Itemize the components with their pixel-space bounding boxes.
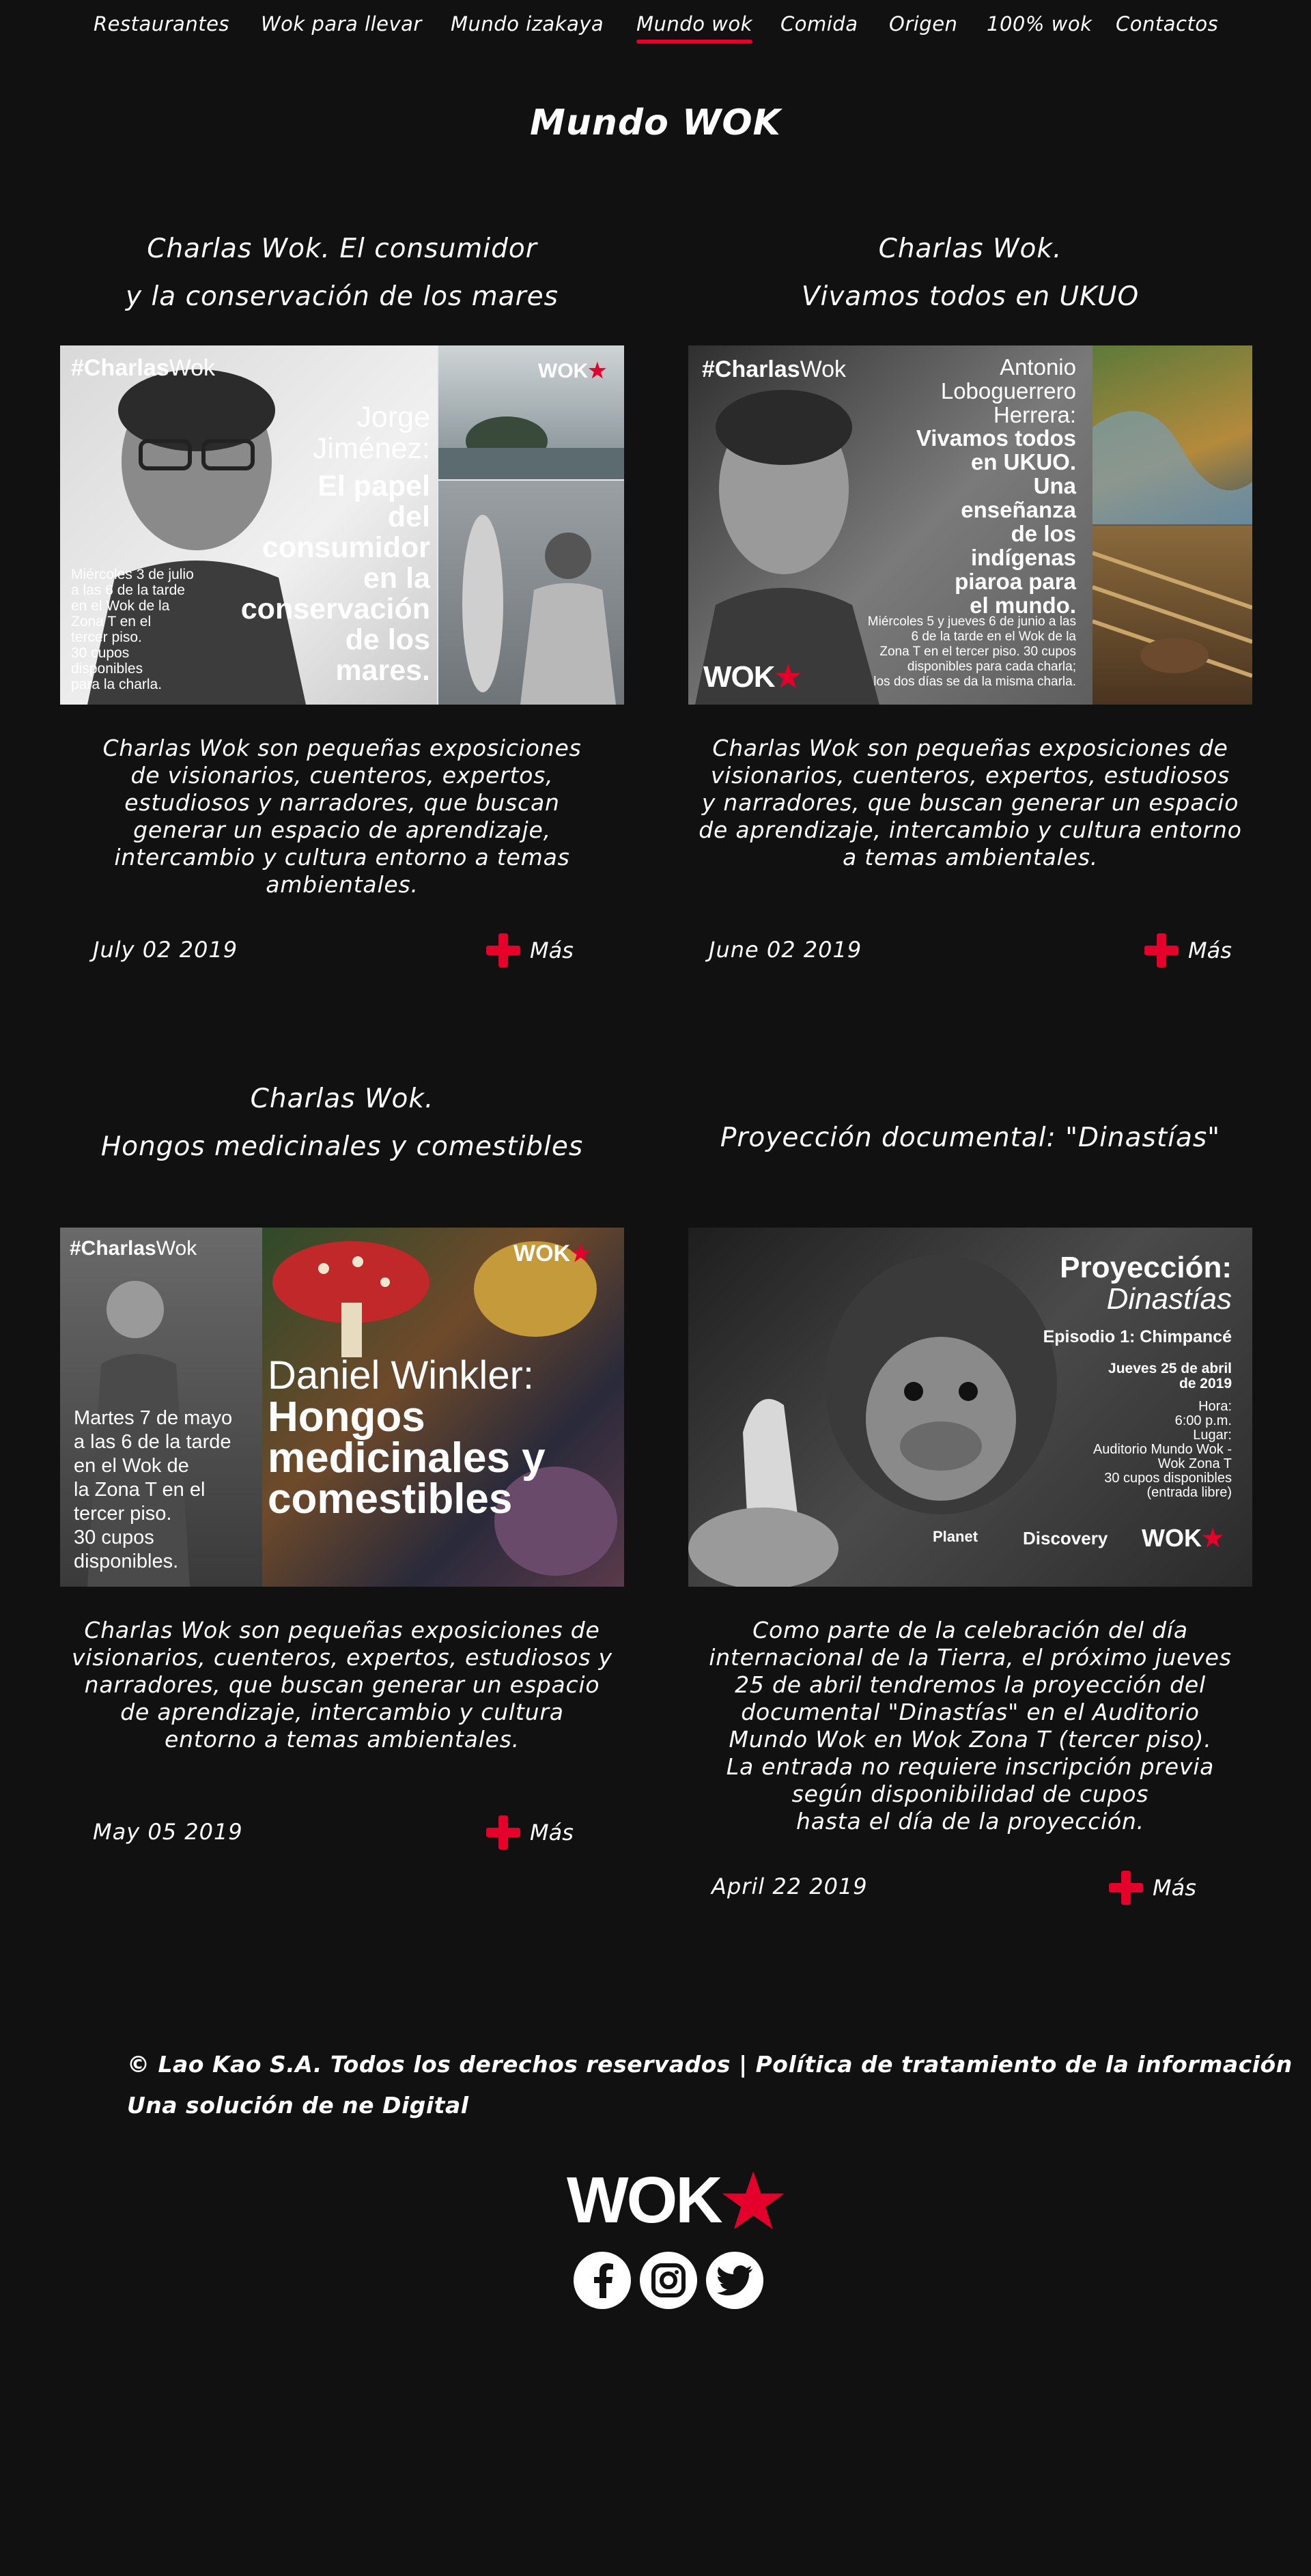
facebook-glyph [594,2263,613,2298]
plus-icon [1109,1871,1143,1905]
poster-speaker: Jorge Jiménez: [312,401,430,465]
card-title-line: Charlas Wok. El consumidor [147,233,537,264]
poster-episode: Episodio 1: Chimpancé [1043,1327,1232,1346]
poster-hashtag: #CharlasWok [71,355,216,381]
poster-image[interactable]: #CharlasWok Antonio Loboguerrero Herrera… [688,345,1252,705]
card-title-line: y la conservación de los mares [125,281,559,312]
nav-item-origen[interactable]: Origen [889,12,957,36]
card-date: April 22 2019 [711,1873,868,1899]
poster-logo: WOK★ [703,660,802,694]
poster-hashtag: #CharlasWok [702,356,847,382]
twitter-glyph [717,2265,752,2295]
fisherman-illustration [462,515,616,705]
star-icon [722,2170,785,2229]
nav-item-100-wok[interactable]: 100% wok [987,12,1092,36]
more-button[interactable]: Más [1144,933,1232,967]
nav-item-wok-para-llevar[interactable]: Wok para llevar [261,12,422,36]
poster-speaker: Daniel Winkler: [268,1353,534,1398]
more-label: Más [530,1820,574,1845]
nav-item-mundo-izakaya[interactable]: Mundo izakaya [451,12,604,36]
twitter-icon[interactable] [706,2252,763,2309]
plus-icon [1144,933,1179,967]
poster-date: Jueves 25 de abril de 2019 [1108,1361,1232,1391]
card-title[interactable]: Charlas Wok. Hongos medicinales y comest… [60,1075,624,1171]
planet-earth-logo: Planet [933,1528,978,1545]
poster-speaker: Antonio Loboguerrero Herrera: [940,354,1076,427]
card-title[interactable]: Proyección documental: "Dinastías" [688,1114,1252,1162]
discovery-logo: Discovery [1023,1528,1108,1548]
footer-credit[interactable]: Una solución de ne Digital [127,2092,469,2119]
footer-logo[interactable]: WOK [567,2161,785,2239]
poster-image[interactable]: #CharlasWok Jorge Jiménez: El papel del … [60,345,624,705]
poster-logo: WOK★ [538,360,607,382]
poster-details: Miércoles 5 y jueves 6 de junio a las 6 … [867,614,1076,689]
poster-headline: El papel del consumidor en la conservaci… [240,470,430,687]
card-title-line: Charlas Wok. [878,233,1062,264]
more-button[interactable]: Más [486,933,574,967]
weaving-photo [1092,526,1252,705]
logo-text: WOK [567,2163,723,2237]
card-title-line: Proyección documental: "Dinastías" [720,1122,1221,1153]
poster-logo: WOK★ [1142,1524,1224,1552]
poster-details: Hora: 6:00 p.m. Lugar: Auditorio Mundo W… [1092,1399,1232,1500]
card-description: Como parte de la celebración del día int… [709,1617,1232,1835]
card-date: May 05 2019 [93,1819,243,1845]
nav-item-mundo-wok[interactable]: Mundo wok [636,12,752,44]
poster-details: Martes 7 de mayo a las 6 de la tarde en … [74,1407,233,1572]
poster-headline: Proyección: Dinastías [1060,1251,1232,1316]
card-title-line: Hongos medicinales y comestibles [100,1131,584,1162]
weaving-illustration [1092,551,1252,678]
river-photo [1092,345,1252,524]
plus-icon [486,933,520,967]
more-label: Más [530,937,574,963]
poster-logo: WOK★ [513,1241,591,1266]
nav-item-contactos[interactable]: Contactos [1116,12,1218,36]
card-title-line: Charlas Wok. [250,1084,434,1114]
nav-item-comida[interactable]: Comida [780,12,858,36]
card-date: July 02 2019 [93,937,238,963]
poster-headline: Hongos medicinales y comestibles [268,1393,546,1523]
facebook-icon[interactable] [574,2252,631,2309]
card-title-line: Vivamos todos en UKUO [801,281,1140,312]
footer-copyright[interactable]: © Lao Kao S.A. Todos los derechos reserv… [127,2051,1293,2078]
more-button[interactable]: Más [486,1815,574,1850]
more-button[interactable]: Más [1109,1871,1196,1905]
poster-hashtag: #CharlasWok [70,1237,197,1260]
more-label: Más [1153,1875,1196,1901]
card-title[interactable]: Charlas Wok. Vivamos todos en UKUO [688,225,1252,321]
plus-icon [486,1815,520,1850]
river-illustration [1092,411,1252,524]
poster-details: Miércoles 3 de julio a las 6 de la tarde… [71,567,194,692]
instagram-glyph [651,2263,686,2297]
main-nav: Restaurantes Wok para llevar Mundo izaka… [0,12,1311,44]
more-label: Más [1188,937,1232,963]
card-description: Charlas Wok son pequeñas exposiciones de… [102,735,582,898]
card-description: Charlas Wok son pequeñas exposiciones de… [699,735,1242,871]
card-date: June 02 2019 [709,937,862,963]
nav-item-restaurantes[interactable]: Restaurantes [94,12,229,36]
poster-image[interactable]: Proyección: Dinastías Episodio 1: Chimpa… [688,1228,1252,1587]
card-description: Charlas Wok son pequeñas exposiciones de… [72,1617,612,1753]
fisherman-photo [438,481,624,705]
poster-image[interactable]: #CharlasWok WOK★ Daniel Winkler: Hongos … [60,1228,624,1587]
instagram-icon[interactable] [640,2252,697,2309]
poster-headline: Vivamos todos en UKUO. Una enseñanza de … [916,425,1076,618]
card-title[interactable]: Charlas Wok. El consumidor y la conserva… [60,225,624,321]
page-title: Mundo WOK [530,102,781,143]
